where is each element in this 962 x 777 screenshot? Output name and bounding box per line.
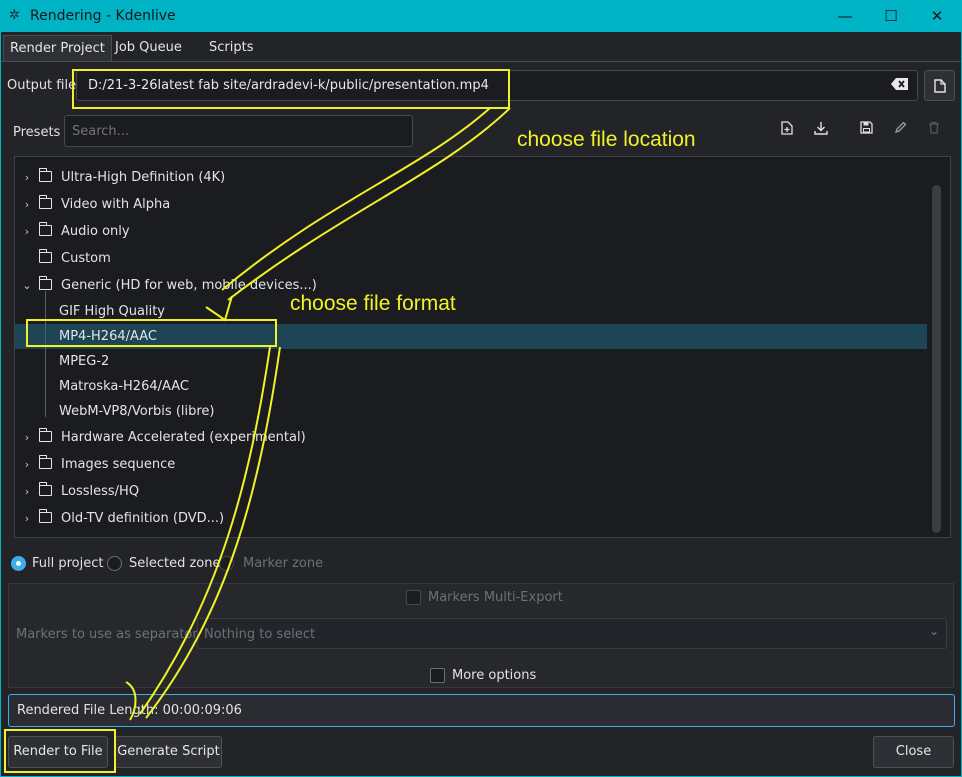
delete-preset-icon[interactable] [924,121,944,141]
annotation-location-note: choose file location [517,128,696,151]
kdenlive-app-icon: ✲ [9,8,20,23]
markers-separator-select[interactable]: Nothing to select ⌄ [197,618,947,649]
folder-icon [38,249,52,263]
chevron-right-icon[interactable]: › [21,506,33,531]
tree-item-label: Video with Alpha [61,197,171,212]
markers-separator-label: Markers to use as separator [16,627,198,642]
rendered-length-text: Rendered File Length: 00:00:09:06 [17,703,242,718]
full-project-label: Full project [32,556,104,571]
folder-icon [38,276,52,290]
markers-multi-export-checkbox[interactable] [406,590,421,605]
output-file-path: D:/21-3-26latest fab site/ardradevi-k/pu… [88,78,489,93]
markers-multi-export-label: Markers Multi-Export [428,590,563,605]
tree-item-mp4-h264-aac[interactable]: MP4-H264/AAC [15,324,927,349]
tree-item-label: Images sequence [61,457,176,472]
tree-scrollbar[interactable] [932,185,941,533]
folder-icon [38,509,52,523]
tab-job-queue[interactable]: Job Queue [109,35,188,62]
tree-item-label: MP4-H264/AAC [59,329,157,344]
download-preset-icon[interactable] [811,121,831,141]
render-to-file-button[interactable]: Render to File [8,736,108,768]
preset-tree[interactable]: › Ultra-High Definition (4K) › Video with A… [14,156,951,538]
tree-item-images-sequence[interactable]: › Images sequence [15,452,927,477]
chevron-right-icon[interactable]: › [21,452,33,477]
marker-zone-label: Marker zone [243,556,324,571]
tab-render-project[interactable]: Render Project [3,35,112,62]
tree-item-label: Matroska-H264/AAC [59,379,189,394]
title-bar: ✲ Rendering - Kdenlive — ☐ ✕ [0,0,962,32]
folder-icon [38,222,52,236]
tree-item-generic-hd-for-web-mobile-devices[interactable]: ⌄ Generic (HD for web, mobile devices...) [15,273,927,298]
minimize-button[interactable]: — [822,0,868,32]
output-file-label: Output file [7,78,77,93]
tree-item-label: WebM-VP8/Vorbis (libre) [59,404,215,419]
edit-preset-icon[interactable] [890,121,910,141]
folder-icon [38,455,52,469]
tree-item-webm-vp8-vorbis-libre[interactable]: WebM-VP8/Vorbis (libre) [15,399,927,424]
tree-item-label: Hardware Accelerated (experimental) [61,430,306,445]
tree-item-custom[interactable]: Custom [15,246,927,271]
generate-script-button[interactable]: Generate Script [115,736,222,768]
tree-item-label: Generic (HD for web, mobile devices...) [61,278,317,293]
tree-item-label: MPEG-2 [59,354,110,369]
chevron-right-icon[interactable]: › [21,165,33,190]
chevron-down-icon[interactable]: ⌄ [21,273,33,298]
presets-label: Presets [13,125,61,140]
selected-zone-label: Selected zone [129,556,221,571]
tree-item-label: Old-TV definition (DVD...) [61,511,225,526]
selected-zone-radio[interactable] [107,556,122,571]
window-title: Rendering - Kdenlive [30,8,176,24]
full-project-radio[interactable] [11,556,26,571]
tree-item-label: Audio only [61,224,130,239]
maximize-button[interactable]: ☐ [868,0,914,32]
tree-item-video-with-alpha[interactable]: › Video with Alpha [15,192,927,217]
tree-connector [45,291,46,417]
open-file-icon [933,79,946,97]
tree-item-label: GIF High Quality [59,304,165,319]
backspace-clear-icon[interactable] [891,77,909,93]
more-options-label: More options [452,668,537,683]
new-preset-icon[interactable] [777,121,797,141]
folder-icon [38,428,52,442]
tree-item-matroska-h264-aac[interactable]: Matroska-H264/AAC [15,374,927,399]
chevron-right-icon[interactable]: › [21,425,33,450]
close-window-button[interactable]: ✕ [914,0,960,32]
tree-item-old-tv-definition-dvd[interactable]: › Old-TV definition (DVD...) [15,506,927,531]
browse-output-button[interactable] [924,70,955,101]
tree-item-lossless-hq[interactable]: › Lossless/HQ [15,479,927,504]
tree-item-ultra-high-definition-4k[interactable]: › Ultra-High Definition (4K) [15,165,927,190]
close-button[interactable]: Close [873,736,954,768]
chevron-down-icon: ⌄ [928,624,939,638]
tree-item-label: Custom [61,251,111,266]
rendered-length-status: Rendered File Length: 00:00:09:06 [8,694,955,727]
tree-item-gif-high-quality[interactable]: GIF High Quality [15,299,927,324]
tree-item-label: Lossless/HQ [61,484,140,499]
render-dialog: Render Project Job Queue Scripts Output … [0,32,962,777]
tree-item-audio-only[interactable]: › Audio only [15,219,927,244]
folder-icon [38,168,52,182]
tree-item-mpeg-2[interactable]: MPEG-2 [15,349,927,374]
tab-scripts[interactable]: Scripts [203,35,259,62]
save-preset-icon[interactable] [856,121,876,141]
chevron-right-icon[interactable]: › [21,479,33,504]
annotation-format-note: choose file format [290,292,456,315]
tree-item-label: Ultra-High Definition (4K) [61,170,226,185]
folder-icon [38,482,52,496]
presets-search-input[interactable] [64,115,413,147]
markers-separator-value: Nothing to select [204,627,316,642]
more-options-checkbox[interactable] [430,668,445,683]
tab-divider [1,61,961,62]
marker-zone-radio[interactable] [219,556,234,571]
chevron-right-icon[interactable]: › [21,219,33,244]
folder-icon [38,195,52,209]
chevron-right-icon[interactable]: › [21,192,33,217]
tree-item-hardware-accelerated-experimental[interactable]: › Hardware Accelerated (experimental) [15,425,927,450]
output-file-input[interactable]: D:/21-3-26latest fab site/ardradevi-k/pu… [76,70,918,101]
